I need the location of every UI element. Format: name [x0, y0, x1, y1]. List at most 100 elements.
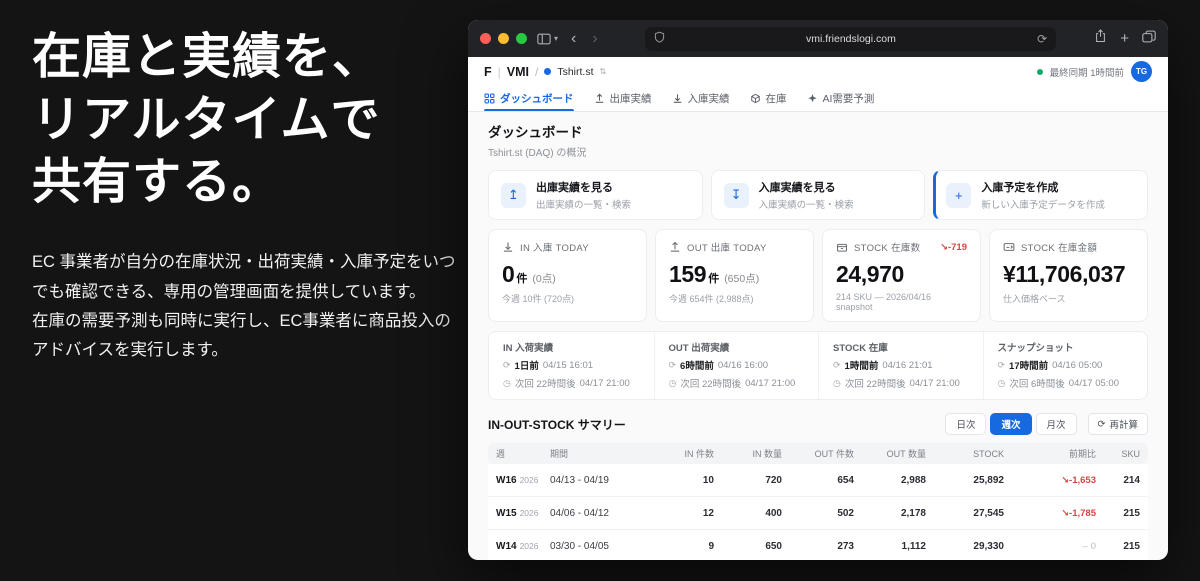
period-weekly-button[interactable]: 週次 [990, 413, 1032, 435]
week-cell: W16 2026 [488, 475, 542, 486]
stat-value: 0 [502, 261, 515, 287]
minimize-window-button[interactable] [498, 33, 509, 44]
stat-unit: 件 [708, 273, 720, 285]
summary-header: IN-OUT-STOCK サマリー 日次 週次 月次 ⟳ 再計算 [488, 413, 1148, 435]
upload-icon: ↥ [501, 182, 526, 208]
back-button[interactable]: ‹ [568, 30, 579, 47]
sync-title: IN 入荷実績 [503, 343, 554, 354]
delta-cell: ↘-1,785 [1061, 507, 1096, 519]
stat-head: OUT 出庫 TODAY [669, 240, 800, 254]
summary-title: IN-OUT-STOCK サマリー [488, 417, 626, 432]
hero-heading: 在庫と実績を、 リアルタイムで 共有する。 [32, 26, 456, 214]
sync-ago: 6時間前 [680, 361, 714, 372]
stat-label: OUT 出庫 TODAY [687, 243, 767, 254]
table-row[interactable]: W14 2026 03/30 - 04/05 9 650 273 1,112 29… [488, 530, 1148, 560]
col-header: IN 件数 [684, 449, 714, 459]
card-icon [1003, 243, 1015, 251]
tab-inbound[interactable]: 入庫実績 [672, 86, 730, 111]
week-cell: W14 2026 [488, 541, 542, 552]
tab-stock[interactable]: 在庫 [750, 86, 787, 111]
period-monthly-button[interactable]: 月次 [1035, 413, 1077, 435]
url-text: vmi.friendslogi.com [805, 32, 896, 45]
workspace-select-icon[interactable]: ⇅ [600, 67, 607, 76]
out-count-cell: 502 [837, 507, 854, 519]
action-title: 出庫実績を見る [536, 182, 613, 194]
action-create-inbound-plan[interactable]: + 入庫予定を作成 新しい入庫予定データを作成 [933, 170, 1148, 220]
address-bar[interactable]: vmi.friendslogi.com ⟳ [644, 26, 1057, 51]
sync-next-line: ◷ 次回 22時間後 04/17 21:00 [833, 376, 969, 391]
refresh-icon: ⟳ [833, 359, 841, 370]
stat-value-row: 159 件 (650点) [669, 261, 800, 288]
stat-points: (650点) [724, 273, 760, 285]
col-header: OUT 件数 [814, 449, 854, 459]
avatar[interactable]: TG [1131, 61, 1152, 82]
sync-snapshot: スナップショット ⟳ 17時間前 04/16 05:00 ◷ 次回 6時間後 0… [982, 332, 1148, 399]
sync-ago: 1時間前 [844, 361, 879, 372]
stat-label: STOCK 在庫数 [854, 243, 921, 254]
action-title: 入庫予定を作成 [981, 182, 1059, 194]
tab-overview-button[interactable] [1142, 30, 1156, 48]
sidebar-toggle-button[interactable]: ▾ [537, 33, 558, 45]
sync-next-time: 04/17 21:00 [579, 377, 630, 389]
stat-unit: 件 [516, 273, 528, 285]
reload-icon[interactable]: ⟳ [1037, 32, 1047, 46]
download-icon: ↧ [723, 182, 749, 208]
stat-out-today: OUT 出庫 TODAY 159 件 (650点) 今週 654件 (2,988… [655, 229, 814, 322]
breadcrumb-slash: / [535, 64, 539, 79]
sync-next-label: 次回 22時間後 [844, 379, 906, 390]
breadcrumb: F | VMI / Tshirt.st ⇅ [484, 65, 606, 79]
out-qty-cell: 1,112 [901, 540, 926, 552]
action-subtitle: 出庫実績の一覧・検索 [536, 200, 632, 211]
week-year: 2026 [519, 540, 539, 551]
col-header: IN 数量 [752, 449, 782, 459]
col-header: SKU [1121, 448, 1140, 459]
sync-ago: 17時間前 [1009, 361, 1049, 372]
tab-label: ダッシュボード [500, 93, 574, 105]
sync-next-line: ◷ 次回 22時間後 04/17 21:00 [503, 376, 640, 391]
week-year: 2026 [519, 507, 539, 518]
tab-ai-forecast[interactable]: AI需要予測 [807, 86, 875, 111]
stat-head: IN 入庫 TODAY [502, 240, 633, 254]
action-view-outbound[interactable]: ↥ 出庫実績を見る 出庫実績の一覧・検索 [488, 170, 703, 220]
period-daily-button[interactable]: 日次 [945, 413, 987, 435]
chrome-actions: + [1094, 29, 1156, 48]
share-button[interactable] [1094, 29, 1107, 48]
out-qty-cell: 2,988 [900, 474, 926, 486]
box-icon [836, 243, 848, 252]
stat-cards: IN 入庫 TODAY 0 件 (0点) 今週 10件 (720点) OUT 出… [488, 229, 1148, 322]
box-icon [750, 93, 760, 104]
period-cell: 04/13 - 04/19 [550, 474, 609, 486]
delta-cell: – 0 [1082, 540, 1096, 552]
zoom-window-button[interactable] [516, 33, 527, 44]
close-window-button[interactable] [480, 33, 491, 44]
action-subtitle: 入庫実績の一覧・検索 [758, 200, 854, 211]
recalculate-button[interactable]: ⟳ 再計算 [1087, 413, 1148, 435]
col-header: 前期比 [1068, 449, 1096, 459]
stock-cell: 29,330 [973, 540, 1004, 552]
col-header: OUT 数量 [886, 449, 926, 459]
table-row[interactable]: W16 2026 04/13 - 04/19 10 720 654 2,988 2… [488, 464, 1148, 497]
stat-head: STOCK 在庫数 ↘-719 [836, 240, 967, 254]
page-subtitle: Tshirt.st (DAQ) の概況 [488, 148, 587, 159]
product-name: VMI [506, 64, 529, 79]
new-tab-button[interactable]: + [1120, 31, 1129, 46]
action-text: 入庫予定を作成 新しい入庫予定データを作成 [981, 179, 1105, 211]
out-qty-cell: 2,178 [900, 507, 926, 519]
period-cell: 04/06 - 04/12 [550, 507, 609, 519]
tab-label: AI需要予測 [822, 93, 875, 105]
forward-button[interactable]: › [589, 30, 600, 47]
delta-cell: ↘-1,653 [1061, 474, 1096, 486]
sync-next-time: 04/17 21:00 [909, 377, 960, 389]
stat-value: 24,970 [836, 261, 904, 287]
sku-cell: 214 [1123, 474, 1140, 486]
upload-icon [595, 93, 603, 103]
sync-ago-time: 04/16 05:00 [1052, 359, 1103, 371]
in-count-cell: 12 [702, 507, 714, 519]
workspace-selector[interactable]: Tshirt.st [557, 66, 593, 78]
tab-outbound[interactable]: 出庫実績 [594, 86, 652, 111]
table-row[interactable]: W15 2026 04/06 - 04/12 12 400 502 2,178 2… [488, 497, 1148, 530]
tab-dashboard[interactable]: ダッシュボード [484, 86, 574, 111]
stat-subtext: 214 SKU — 2026/04/16 snapshot [836, 292, 932, 312]
sync-last-line: ⟳ 17時間前 04/16 05:00 [998, 358, 1134, 373]
action-view-inbound[interactable]: ↧ 入庫実績を見る 入庫実績の一覧・検索 [710, 170, 926, 220]
